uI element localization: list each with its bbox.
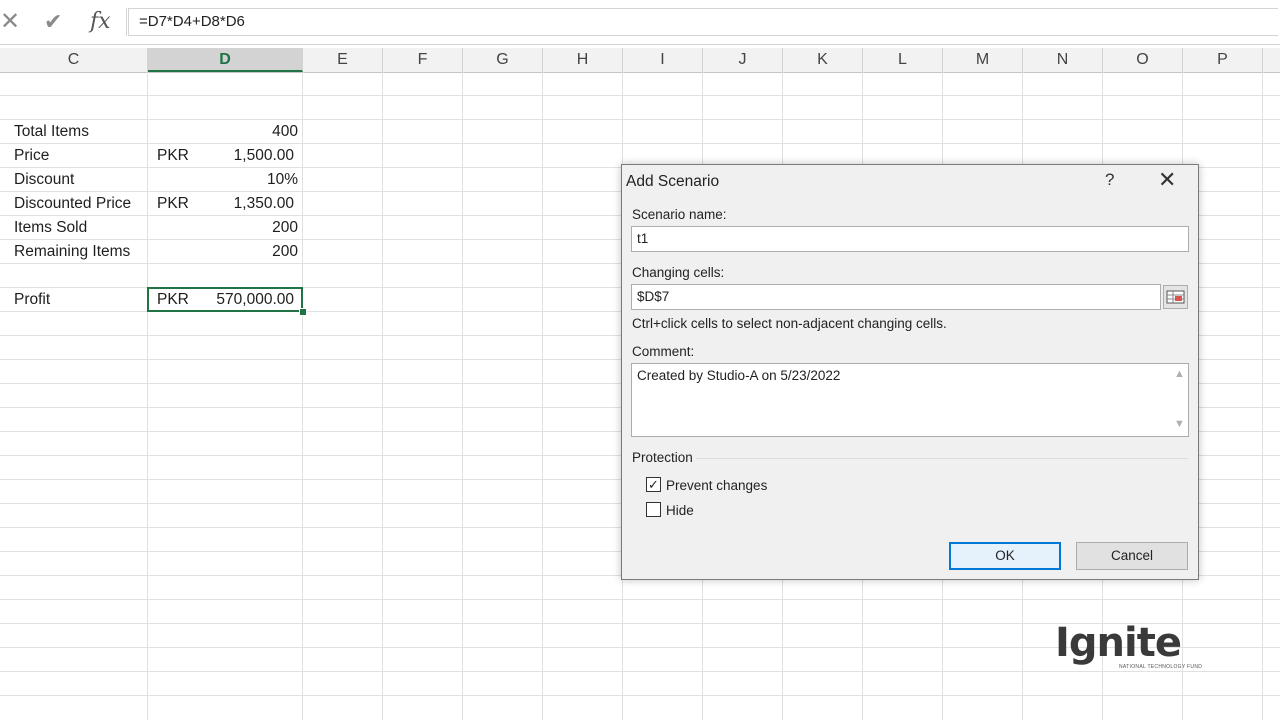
comment-scrollbar[interactable]: ▲ ▼ bbox=[1170, 364, 1188, 436]
column-header-c[interactable]: C bbox=[0, 48, 148, 72]
cancel-button[interactable]: Cancel bbox=[1076, 542, 1188, 570]
column-header-d[interactable]: D bbox=[148, 48, 303, 72]
logo-wordmark: Ignite bbox=[1055, 620, 1182, 666]
comment-text: Created by Studio-A on 5/23/2022 bbox=[637, 368, 841, 383]
column-header-g[interactable]: G bbox=[463, 48, 543, 72]
prevent-changes-checkbox[interactable]: ✓ bbox=[646, 477, 661, 492]
column-headers: C D E F G H I J K L M N O P bbox=[0, 48, 1280, 73]
insert-function-icon[interactable]: fx bbox=[90, 8, 111, 36]
cell-label-price[interactable]: Price bbox=[14, 144, 49, 168]
range-select-icon bbox=[1166, 290, 1185, 304]
cell-label-profit[interactable]: Profit bbox=[14, 288, 50, 312]
fill-handle[interactable] bbox=[299, 308, 307, 316]
grid-line bbox=[0, 119, 1280, 120]
grid-line bbox=[0, 599, 1280, 600]
protection-group-label: Protection bbox=[632, 450, 693, 465]
scenario-name-input[interactable]: t1 bbox=[631, 226, 1189, 252]
column-header-o[interactable]: O bbox=[1103, 48, 1183, 72]
column-header-n[interactable]: N bbox=[1023, 48, 1103, 72]
formula-bar: ✕ ✔ fx =D7*D4+D8*D6 bbox=[0, 0, 1280, 45]
comment-textarea[interactable]: Created by Studio-A on 5/23/2022 ▲ ▼ bbox=[631, 363, 1189, 437]
grid-line bbox=[0, 695, 1280, 696]
cell-value-remaining-items[interactable]: 200 bbox=[272, 240, 298, 264]
scroll-up-icon[interactable]: ▲ bbox=[1174, 368, 1185, 380]
cell-label-discounted-price[interactable]: Discounted Price bbox=[14, 192, 131, 216]
column-header-i[interactable]: I bbox=[623, 48, 703, 72]
formula-bar-divider bbox=[126, 8, 127, 36]
close-icon[interactable]: ✕ bbox=[1158, 167, 1176, 193]
hide-checkbox[interactable] bbox=[646, 502, 661, 517]
add-scenario-dialog: Add Scenario ? ✕ Scenario name: t1 Chang… bbox=[621, 164, 1199, 580]
column-header-k[interactable]: K bbox=[783, 48, 863, 72]
cell-value-total-items[interactable]: 400 bbox=[272, 120, 298, 144]
cell-currency-price: PKR bbox=[157, 147, 189, 164]
ignite-logo: Ignite NATIONAL TECHNOLOGY FUND bbox=[1055, 620, 1202, 672]
cell-value-price[interactable]: 1,500.00 bbox=[234, 144, 294, 168]
hide-label[interactable]: Hide bbox=[666, 503, 694, 518]
protection-group-divider bbox=[696, 458, 1188, 459]
cell-value-items-sold[interactable]: 200 bbox=[272, 216, 298, 240]
cell-label-total-items[interactable]: Total Items bbox=[14, 120, 89, 144]
prevent-changes-label[interactable]: Prevent changes bbox=[666, 478, 767, 493]
scroll-down-icon[interactable]: ▼ bbox=[1174, 418, 1185, 430]
enter-icon[interactable]: ✔ bbox=[44, 8, 62, 36]
help-icon[interactable]: ? bbox=[1105, 170, 1114, 190]
column-header-m[interactable]: M bbox=[943, 48, 1023, 72]
scenario-name-label: Scenario name: bbox=[632, 207, 727, 222]
cell-value-discounted-price[interactable]: 1,350.00 bbox=[234, 192, 294, 216]
column-header-f[interactable]: F bbox=[383, 48, 463, 72]
logo-tagline: NATIONAL TECHNOLOGY FUND bbox=[1119, 664, 1203, 670]
cell-label-discount[interactable]: Discount bbox=[14, 168, 74, 192]
dialog-title: Add Scenario bbox=[626, 173, 720, 190]
cancel-icon[interactable]: ✕ bbox=[0, 8, 20, 36]
comment-label: Comment: bbox=[632, 344, 695, 359]
changing-cells-hint: Ctrl+click cells to select non-adjacent … bbox=[632, 316, 947, 331]
column-header-p[interactable]: P bbox=[1183, 48, 1263, 72]
cell-label-remaining-items[interactable]: Remaining Items bbox=[14, 240, 130, 264]
formula-bar-icons: ✕ ✔ fx bbox=[0, 6, 120, 38]
cell-value-discount[interactable]: 10% bbox=[267, 168, 298, 192]
ok-button[interactable]: OK bbox=[949, 542, 1061, 570]
changing-cells-input[interactable]: $D$7 bbox=[631, 284, 1161, 310]
column-header-j[interactable]: J bbox=[703, 48, 783, 72]
cell-label-items-sold[interactable]: Items Sold bbox=[14, 216, 87, 240]
column-header-l[interactable]: L bbox=[863, 48, 943, 72]
cell-currency-discounted-price: PKR bbox=[157, 195, 189, 212]
grid-line bbox=[0, 95, 1280, 96]
selected-cell-outline bbox=[147, 287, 303, 312]
column-header-e[interactable]: E bbox=[303, 48, 383, 72]
formula-input[interactable]: =D7*D4+D8*D6 bbox=[128, 8, 1278, 36]
collapse-dialog-button[interactable] bbox=[1163, 285, 1188, 309]
changing-cells-label: Changing cells: bbox=[632, 265, 725, 280]
checkmark-icon: ✓ bbox=[648, 477, 659, 492]
column-header-h[interactable]: H bbox=[543, 48, 623, 72]
grid-line bbox=[0, 143, 1280, 144]
